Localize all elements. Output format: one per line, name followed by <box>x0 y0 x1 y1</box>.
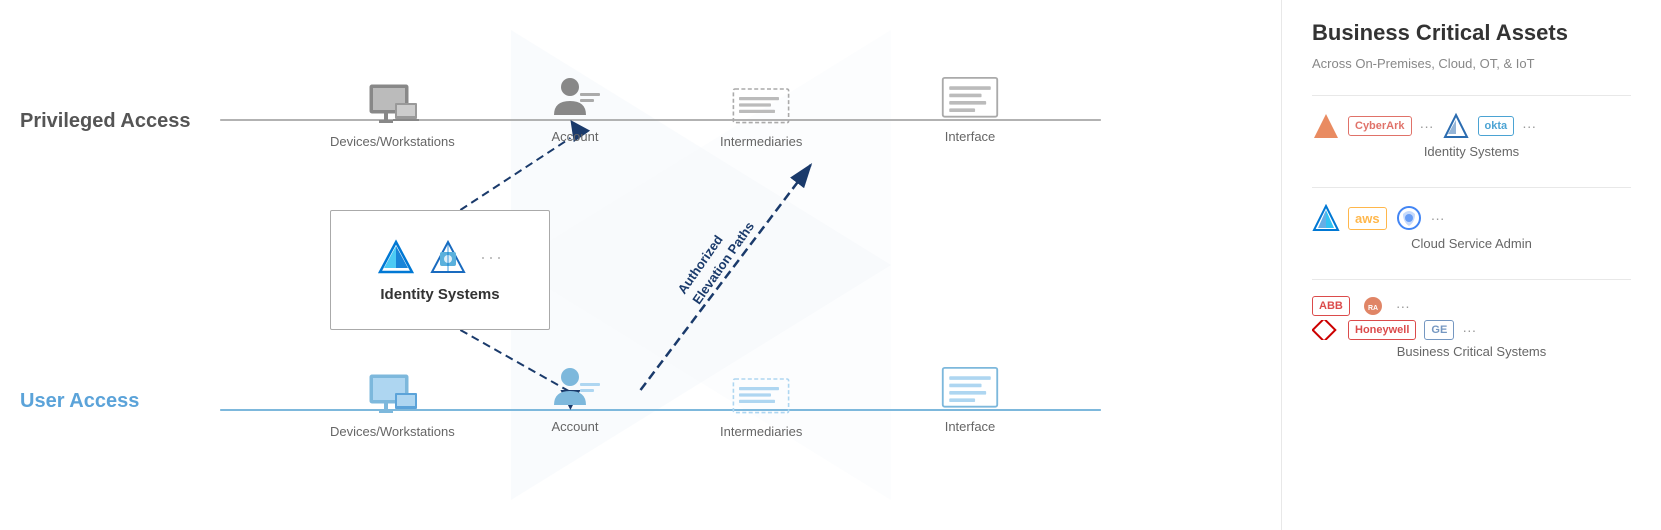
cloud-service-vendor-label: Cloud Service Admin <box>1312 236 1631 251</box>
identity-systems-label: Identity Systems <box>380 286 499 303</box>
dots-2: ··· <box>1522 118 1536 134</box>
azure-vendor-icon <box>1312 204 1340 232</box>
gcp-icon <box>1395 204 1423 232</box>
aws-logo: aws <box>1348 207 1387 230</box>
user-devices-icon <box>362 370 422 420</box>
azure-icon <box>376 238 416 278</box>
priv-devices-label: Devices/Workstations <box>330 134 455 149</box>
divider-2 <box>1312 187 1631 188</box>
honeywell-logo: Honeywell <box>1348 320 1416 340</box>
user-interface-icon <box>940 365 1000 415</box>
dots-4: ··· <box>1396 298 1410 314</box>
identity-box-icons: ··· <box>376 238 504 278</box>
svg-text:RA: RA <box>1368 305 1378 312</box>
cloud-vendors-logos: aws ··· <box>1312 204 1631 232</box>
biz-critical-logos-2: Honeywell GE ··· <box>1312 320 1631 340</box>
user-account-node: Account <box>545 365 605 434</box>
priv-account-icon <box>545 75 605 125</box>
main-container: Privileged Access User Access <box>0 0 1661 530</box>
user-account-icon <box>545 365 605 415</box>
biz-critical-vendor-label: Business Critical Systems <box>1312 344 1631 359</box>
identity-systems-box: ··· Identity Systems <box>330 210 550 330</box>
priv-account-label: Account <box>552 129 599 144</box>
user-intermediaries-icon <box>731 370 791 420</box>
diagram-area: Privileged Access User Access <box>0 0 1281 530</box>
ping-icon <box>1312 112 1340 140</box>
priv-devices-node: Devices/Workstations <box>330 80 455 149</box>
user-devices-label: Devices/Workstations <box>330 424 455 439</box>
right-panel: Business Critical Assets Across On-Premi… <box>1281 0 1661 530</box>
priv-interface-icon <box>940 75 1000 125</box>
identity-systems-vendor-label: Identity Systems <box>1312 144 1631 159</box>
right-panel-title: Business Critical Assets <box>1312 20 1631 46</box>
priv-intermediaries-label: Intermediaries <box>720 134 802 149</box>
dots-3: ··· <box>1431 210 1445 226</box>
ge-logo: GE <box>1424 320 1454 340</box>
user-interface-node: Interface <box>940 365 1000 434</box>
cloud-service-section: aws ··· Cloud Service Admin <box>1312 204 1631 251</box>
user-intermediaries-label: Intermediaries <box>720 424 802 439</box>
sailpoint-icon <box>1442 112 1470 140</box>
priv-intermediaries-icon <box>731 80 791 130</box>
user-interface-label: Interface <box>945 419 996 434</box>
dots-1: ··· <box>1420 118 1434 134</box>
priv-interface-label: Interface <box>945 129 996 144</box>
identity-systems-section: CyberArk ··· okta ··· Identity Systems <box>1312 112 1631 159</box>
more-dots: ··· <box>480 247 504 268</box>
priv-account-node: Account <box>545 75 605 144</box>
diagram-connections <box>0 0 1281 530</box>
priv-interface-node: Interface <box>940 75 1000 144</box>
user-account-label: Account <box>552 419 599 434</box>
dots-5: ··· <box>1462 322 1476 338</box>
user-devices-node: Devices/Workstations <box>330 370 455 439</box>
biz-critical-section: ABB RA ··· Honeywell GE ··· Business Cri… <box>1312 296 1631 359</box>
biz-critical-logos: ABB RA ··· <box>1312 296 1631 316</box>
cyberark-icon <box>428 238 468 278</box>
rockwell-icon: RA <box>1358 296 1388 316</box>
divider-3 <box>1312 279 1631 280</box>
right-panel-subtitle: Across On-Premises, Cloud, OT, & IoT <box>1312 56 1631 71</box>
cyberark-logo: CyberArk <box>1348 116 1412 136</box>
user-intermediaries-node: Intermediaries <box>720 370 802 439</box>
priv-intermediaries-node: Intermediaries <box>720 80 802 149</box>
abb-logo: ABB <box>1312 296 1350 316</box>
identity-vendors-logos: CyberArk ··· okta ··· <box>1312 112 1631 140</box>
honeywell-icon <box>1312 320 1340 340</box>
okta-logo: okta <box>1478 116 1515 136</box>
divider-1 <box>1312 95 1631 96</box>
priv-devices-icon <box>362 80 422 130</box>
